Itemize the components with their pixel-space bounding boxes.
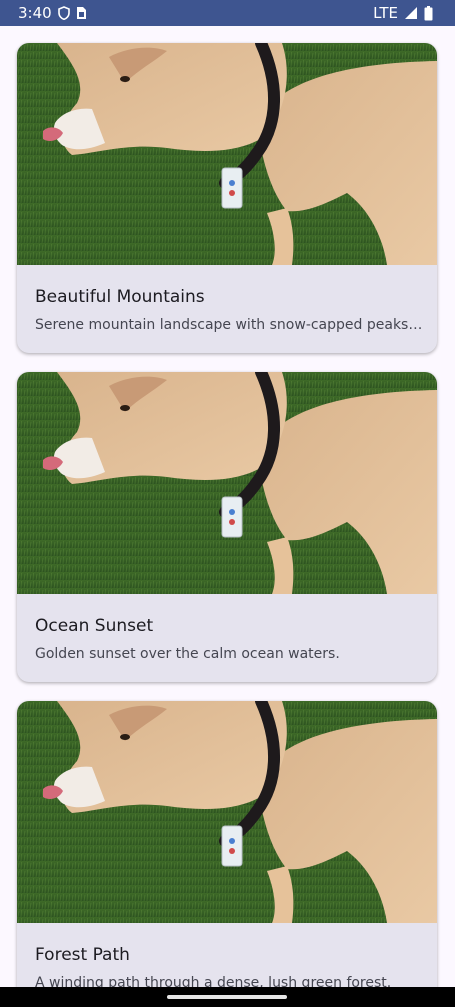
card[interactable]: Forest Path A winding path through a den…: [17, 701, 437, 987]
clock: 3:40: [18, 4, 52, 22]
status-bar-right: LTE: [373, 0, 433, 26]
card[interactable]: Beautiful Mountains Serene mountain land…: [17, 43, 437, 353]
status-bar-left: 3:40: [18, 0, 87, 26]
card-feed[interactable]: Beautiful Mountains Serene mountain land…: [0, 26, 455, 987]
card-description: Serene mountain landscape with snow-capp…: [35, 317, 425, 333]
home-gesture-handle[interactable]: [167, 995, 287, 999]
card-image-dog-photo: [17, 43, 437, 265]
shield-icon: [57, 6, 70, 20]
card[interactable]: Ocean Sunset Golden sunset over the calm…: [17, 372, 437, 682]
signal-icon: [404, 6, 418, 20]
card-description: Golden sunset over the calm ocean waters…: [35, 646, 340, 662]
card-title: Forest Path: [35, 945, 130, 965]
card-description: A winding path through a dense, lush gre…: [35, 975, 392, 987]
battery-icon: [424, 5, 433, 21]
card-image-dog-photo: [17, 372, 437, 594]
card-title: Beautiful Mountains: [35, 287, 205, 307]
navigation-bar: [0, 987, 455, 1007]
card-title: Ocean Sunset: [35, 616, 154, 636]
card-image-dog-photo: [17, 701, 437, 923]
sim-card-icon: [76, 6, 87, 20]
network-type: LTE: [373, 4, 398, 22]
status-bar: 3:40 LTE: [0, 0, 455, 26]
